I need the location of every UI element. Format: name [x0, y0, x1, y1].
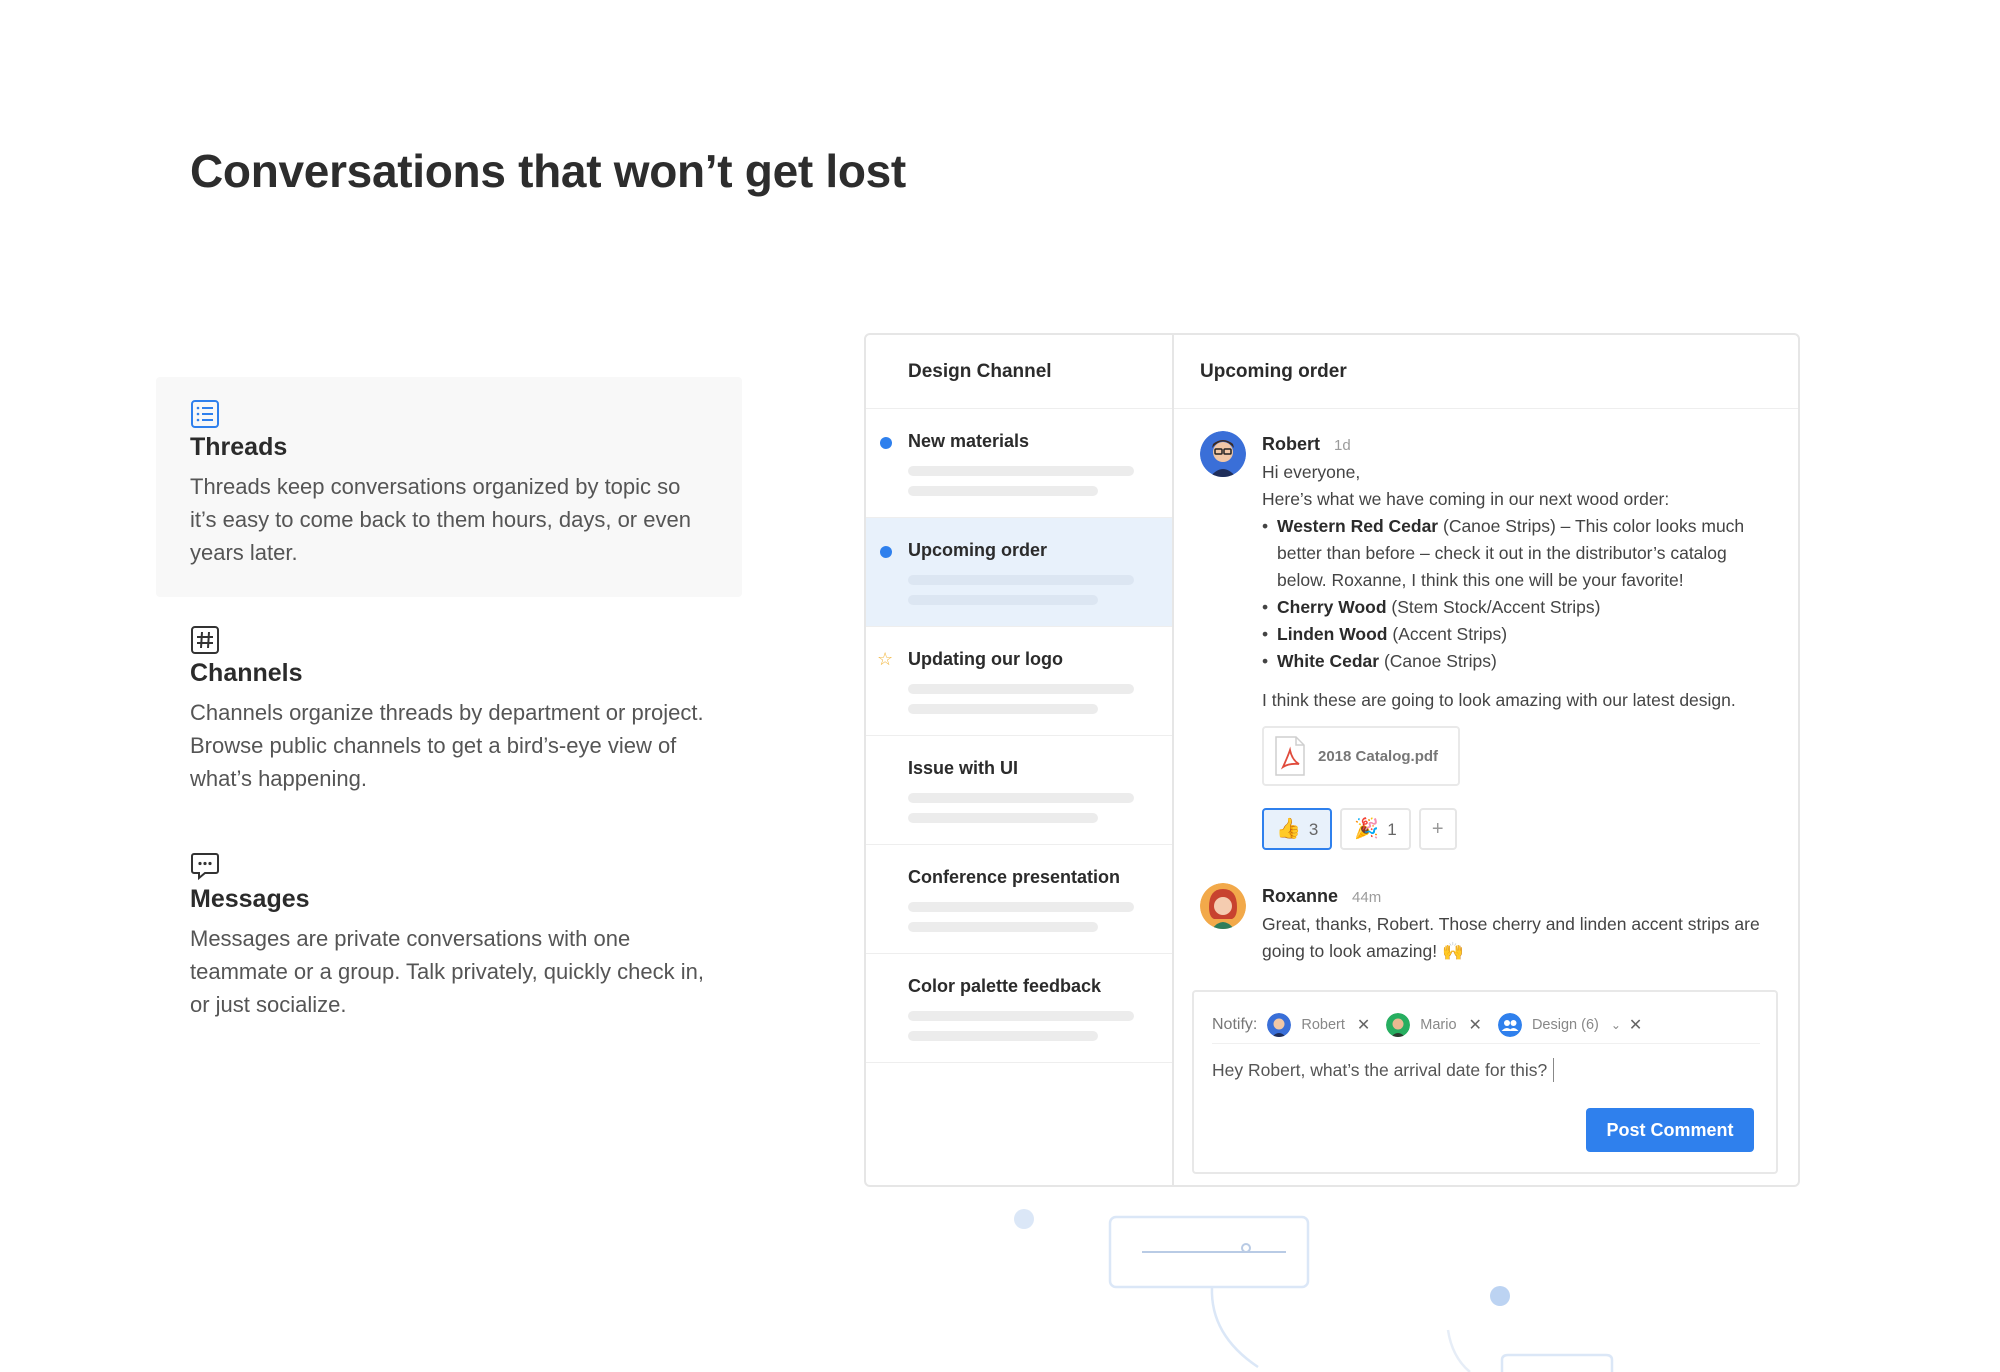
reaction-thumbs-up[interactable]: 👍 3	[1262, 808, 1333, 850]
unread-dot	[880, 437, 892, 449]
hash-icon	[191, 626, 219, 654]
thread-item-upcoming-order[interactable]: Upcoming order	[866, 518, 1172, 627]
thread-item-conference[interactable]: Conference presentation	[866, 845, 1172, 954]
thread-name: Upcoming order	[908, 540, 1048, 560]
page-title: Conversations that won’t get lost	[190, 145, 906, 197]
feature-channels[interactable]: Channels Channels organize threads by de…	[156, 603, 742, 821]
recipient-chip[interactable]: Robert ✕	[1267, 1012, 1370, 1037]
thread-name: Issue with UI	[908, 758, 1019, 778]
placeholder-line	[908, 1031, 1098, 1041]
message-time: 44m	[1352, 889, 1382, 906]
message-text: Great, thanks, Robert. Those cherry and …	[1262, 914, 1760, 961]
chat-bubble-icon	[191, 853, 219, 881]
placeholder-line	[908, 902, 1134, 912]
recipient-chip[interactable]: Design (6) ⌄ ✕	[1497, 1012, 1642, 1037]
avatar	[1200, 883, 1246, 929]
comment-composer[interactable]: Notify: Robert ✕ Mario ✕ Design (6) ⌄ ✕	[1192, 990, 1778, 1174]
recipient-chip[interactable]: Mario ✕	[1386, 1012, 1482, 1037]
attachment[interactable]: 2018 Catalog.pdf	[1262, 726, 1460, 786]
placeholder-line	[908, 486, 1098, 496]
notify-label: Notify:	[1212, 1015, 1258, 1033]
thread-item-updating-logo[interactable]: ☆ Updating our logo	[866, 627, 1172, 736]
channel-title: Design Channel	[866, 335, 1172, 409]
conversation-panel: Upcoming order Robert 1d Hi everyone, Her…	[1174, 335, 1798, 1185]
conversation-title: Upcoming order	[1174, 335, 1798, 409]
chevron-down-icon[interactable]: ⌄	[1611, 1018, 1621, 1032]
list-item: White Cedar (Canoe Strips)	[1262, 648, 1774, 675]
reaction-party[interactable]: 🎉 1	[1340, 808, 1411, 850]
party-popper-icon: 🎉	[1354, 817, 1380, 840]
message-greeting: Hi everyone,	[1262, 462, 1361, 482]
feature-title: Threads	[190, 433, 288, 461]
message-robert: Robert 1d Hi everyone, Here’s what we hav…	[1200, 431, 1774, 850]
reactions: 👍 3 🎉 1 +	[1262, 808, 1774, 850]
feature-title: Channels	[190, 659, 303, 687]
thread-name: Conference presentation	[908, 867, 1121, 887]
thread-name: New materials	[908, 431, 1030, 451]
placeholder-line	[908, 1011, 1134, 1021]
feature-description: Messages are private conversations with …	[190, 926, 704, 1017]
feature-messages[interactable]: Messages Messages are private conversati…	[156, 829, 742, 1047]
close-icon[interactable]: ✕	[1469, 1015, 1482, 1035]
placeholder-line	[908, 684, 1134, 694]
list-icon	[191, 400, 219, 428]
group-icon	[1497, 1012, 1522, 1037]
placeholder-line	[908, 922, 1098, 932]
placeholder-line	[908, 704, 1098, 714]
post-comment-button[interactable]: Post Comment	[1586, 1108, 1754, 1152]
message-roxanne: Roxanne 44m Great, thanks, Robert. Those …	[1200, 883, 1774, 965]
comment-input[interactable]: Hey Robert, what’s the arrival date for …	[1212, 1058, 1555, 1082]
placeholder-line	[908, 793, 1134, 803]
app-window: Design Channel New materials Upcoming or…	[864, 333, 1800, 1187]
thread-name: Color palette feedback	[908, 976, 1102, 996]
list-item: Linden Wood (Accent Strips)	[1262, 621, 1774, 648]
placeholder-line	[908, 575, 1134, 585]
avatar	[1200, 431, 1246, 477]
feature-title: Messages	[190, 885, 310, 913]
thumbs-up-icon: 👍	[1276, 817, 1301, 840]
list-item: Cherry Wood (Stem Stock/Accent Strips)	[1262, 594, 1774, 621]
close-icon[interactable]: ✕	[1357, 1015, 1370, 1035]
text-cursor	[1553, 1058, 1555, 1082]
channel-panel: Design Channel New materials Upcoming or…	[866, 335, 1174, 1185]
avatar	[1267, 1012, 1292, 1037]
list-item: Western Red Cedar (Canoe Strips) – This …	[1262, 513, 1774, 594]
thread-name: Updating our logo	[908, 649, 1063, 669]
notify-row: Notify: Robert ✕ Mario ✕ Design (6) ⌄ ✕	[1212, 1006, 1760, 1044]
feature-threads[interactable]: Threads Threads keep conversations organ…	[156, 377, 742, 597]
placeholder-line	[908, 466, 1134, 476]
thread-item-new-materials[interactable]: New materials	[866, 409, 1172, 518]
avatar	[1386, 1012, 1411, 1037]
attachment-name: 2018 Catalog.pdf	[1318, 747, 1439, 765]
pdf-file-icon	[1275, 736, 1305, 776]
thread-item-color-palette[interactable]: Color palette feedback	[866, 954, 1172, 1063]
star-icon: ☆	[877, 649, 894, 669]
unread-dot	[880, 546, 892, 558]
placeholder-line	[908, 813, 1098, 823]
thread-item-issue-ui[interactable]: Issue with UI	[866, 736, 1172, 845]
close-icon[interactable]: ✕	[1629, 1015, 1642, 1035]
feature-description: Threads keep conversations organized by …	[190, 474, 691, 565]
message-time: 1d	[1334, 437, 1351, 454]
placeholder-line	[908, 595, 1098, 605]
add-reaction-button[interactable]: +	[1418, 808, 1457, 850]
feature-description: Channels organize threads by department …	[190, 700, 704, 791]
decorative-illustration	[1014, 1209, 1614, 1372]
message-author[interactable]: Roxanne	[1262, 886, 1338, 906]
message-outro: I think these are going to look amazing …	[1262, 690, 1736, 710]
message-intro: Here’s what we have coming in our next w…	[1262, 489, 1670, 509]
message-author[interactable]: Robert	[1262, 434, 1320, 454]
wood-list: Western Red Cedar (Canoe Strips) – This …	[1262, 513, 1774, 675]
